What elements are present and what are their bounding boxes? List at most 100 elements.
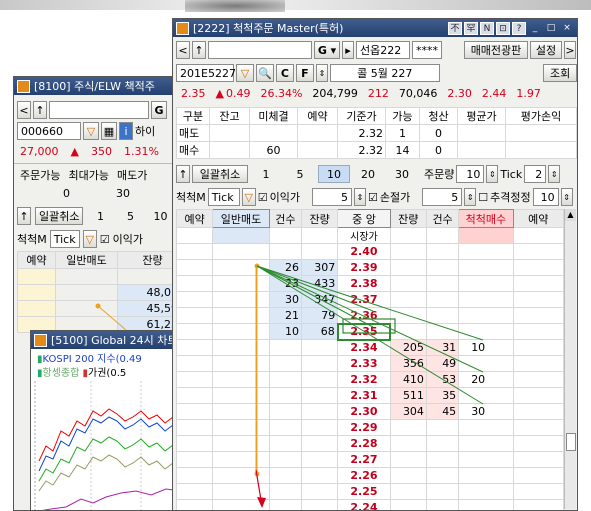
up-arrow-button[interactable]: ↑	[17, 207, 31, 225]
spin-button[interactable]: ⇕	[315, 64, 328, 82]
smart-buy-cell[interactable]	[458, 419, 514, 436]
prev-button[interactable]: <	[17, 101, 31, 119]
tick-spin[interactable]: ⇕	[548, 165, 561, 183]
reserve-buy-cell[interactable]	[512, 307, 565, 324]
reserve-buy-cell[interactable]	[512, 483, 565, 500]
price-cell[interactable]: 2.32	[337, 371, 391, 388]
ladder-scrollbar[interactable]: ▲	[564, 209, 576, 509]
loss-input[interactable]: 5	[422, 188, 463, 206]
dropdown-icon[interactable]: ▽	[83, 122, 99, 140]
price-cell[interactable]: 2.36	[337, 307, 391, 324]
help-icon[interactable]: ?	[512, 21, 526, 35]
account-select[interactable]	[208, 41, 312, 59]
trail-spin[interactable]: ⇕	[560, 188, 573, 206]
step-30-button[interactable]: 30	[386, 165, 418, 183]
smart-buy-cell[interactable]	[458, 483, 514, 500]
col-smart-buy[interactable]: 척척매수	[458, 209, 514, 228]
normal-sell-cell[interactable]	[212, 323, 270, 340]
prev-button[interactable]: <	[176, 41, 190, 59]
normal-sell-cell[interactable]	[212, 339, 270, 356]
code-input[interactable]: 000660	[17, 122, 81, 140]
reserve-sell-cell[interactable]	[175, 323, 214, 340]
dropdown-icon[interactable]: ▽	[241, 188, 256, 206]
reserve-sell-cell[interactable]	[175, 291, 214, 308]
order-type-select[interactable]: Tick	[49, 230, 80, 248]
col-normal-sell[interactable]: 일반매도	[212, 209, 270, 228]
profit-spin[interactable]: ⇕	[353, 188, 366, 206]
reserve-sell-cell[interactable]	[175, 387, 214, 404]
price-cell[interactable]: 2.24	[337, 499, 391, 510]
reserve-buy-cell[interactable]	[512, 323, 565, 340]
col-normal-sell[interactable]: 일반매도	[55, 251, 118, 269]
normal-sell-cell[interactable]	[212, 259, 270, 276]
next-button[interactable]: >	[564, 41, 576, 59]
g-button[interactable]: G ▾	[314, 41, 340, 59]
reserve-buy-cell[interactable]	[512, 451, 565, 468]
smart-buy-cell[interactable]	[458, 323, 514, 340]
normal-sell-cell[interactable]	[212, 355, 270, 372]
close-icon[interactable]: ×	[560, 22, 574, 35]
smart-buy-cell[interactable]	[458, 291, 514, 308]
up-arrow-button[interactable]: ↑	[192, 41, 206, 59]
reserve-buy-cell[interactable]	[512, 339, 565, 356]
profit-checkbox[interactable]: ☑	[258, 191, 268, 204]
step-5-button[interactable]: 5	[117, 207, 143, 225]
reserve-sell-cell[interactable]	[175, 435, 214, 452]
step-20-button[interactable]: 20	[352, 165, 384, 183]
titlebar[interactable]: [2222] 척척주문 Master(특허) 不 罕 N ⊡ ? _ □ ×	[173, 19, 577, 37]
normal-sell-cell[interactable]	[212, 275, 270, 292]
normal-sell-cell[interactable]	[212, 291, 270, 308]
reserve-buy-cell[interactable]	[512, 371, 565, 388]
price-cell[interactable]: 2.34	[337, 339, 391, 356]
smart-buy-cell[interactable]	[458, 451, 514, 468]
price-cell[interactable]: 2.26	[337, 467, 391, 484]
reserve-buy-cell[interactable]	[512, 291, 565, 308]
tick-input[interactable]: 2	[524, 165, 547, 183]
normal-sell-cell[interactable]	[212, 419, 270, 436]
profit-input[interactable]: 5	[311, 188, 352, 206]
reserve-buy-cell[interactable]	[512, 435, 565, 452]
maximize-icon[interactable]: □	[544, 22, 558, 35]
smart-buy-cell[interactable]	[458, 307, 514, 324]
normal-sell-cell[interactable]	[212, 387, 270, 404]
account-select[interactable]	[49, 101, 149, 119]
price-cell[interactable]: 2.35	[336, 322, 392, 341]
order-type-select[interactable]: Tick	[207, 188, 240, 206]
cancel-all-button[interactable]: 일괄취소	[35, 207, 84, 225]
reserve-sell-cell[interactable]	[175, 275, 214, 292]
smart-buy-cell[interactable]: 10	[458, 339, 514, 356]
search-icon[interactable]: 🔍	[255, 64, 274, 82]
smart-buy-cell[interactable]	[458, 499, 514, 510]
smart-buy-cell[interactable]	[458, 387, 514, 404]
reserve-sell-cell[interactable]	[175, 483, 214, 500]
up-arrow-button[interactable]: ↑	[176, 165, 190, 183]
reserve-buy-cell[interactable]	[512, 419, 565, 436]
code-input[interactable]: 201E5227	[176, 64, 236, 82]
new-icon[interactable]: N	[480, 21, 494, 35]
reserve-sell-cell[interactable]	[175, 499, 214, 510]
price-cell[interactable]: 2.39	[337, 259, 391, 276]
reserve-buy-cell[interactable]	[512, 259, 565, 276]
normal-sell-cell[interactable]	[212, 403, 270, 420]
smart-buy-cell[interactable]	[458, 435, 514, 452]
reserve-buy-cell[interactable]	[512, 499, 565, 510]
trail-input[interactable]: 10	[532, 188, 559, 206]
col-center[interactable]: 중 앙	[337, 209, 391, 228]
settings-button[interactable]: 설정	[530, 41, 562, 59]
reserve-sell-cell[interactable]	[175, 355, 214, 372]
smart-buy-cell[interactable]	[458, 259, 514, 276]
smart-buy-cell[interactable]: 30	[458, 403, 514, 420]
smart-buy-cell[interactable]	[458, 355, 514, 372]
normal-sell-cell[interactable]	[212, 451, 270, 468]
link-icon[interactable]: 罕	[464, 21, 478, 35]
order-qty-input[interactable]: 10	[456, 165, 485, 183]
price-cell[interactable]: 2.30	[337, 403, 391, 420]
price-cell[interactable]: 2.29	[337, 419, 391, 436]
reserve-buy-cell[interactable]	[512, 355, 565, 372]
trend-board-button[interactable]: 매매전광판	[464, 41, 528, 59]
pin-icon[interactable]: 不	[448, 21, 462, 35]
trail-checkbox[interactable]: ☐	[478, 191, 488, 204]
smart-buy-cell[interactable]: 20	[458, 371, 514, 388]
reserve-buy-cell[interactable]	[512, 387, 565, 404]
step-1-button[interactable]: 1	[87, 207, 113, 225]
